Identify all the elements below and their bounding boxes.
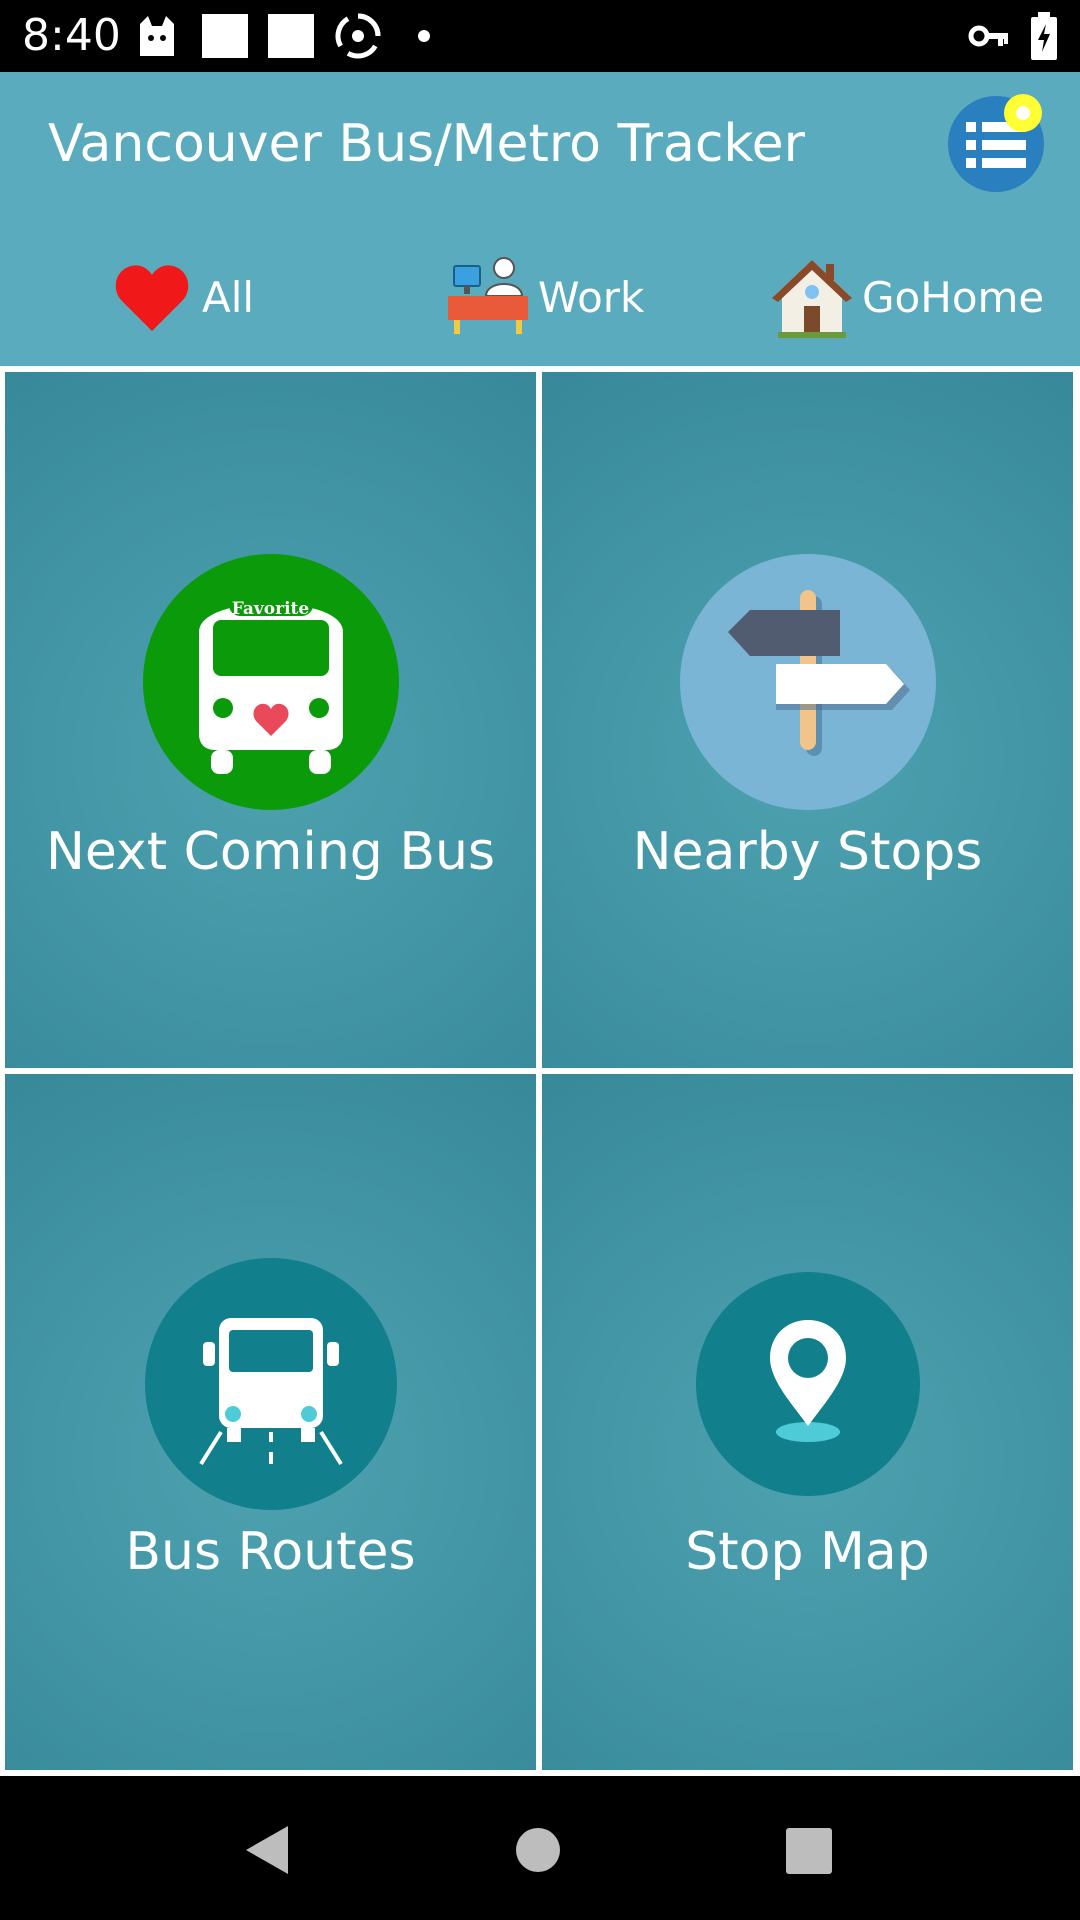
recent-apps-icon[interactable] (786, 1828, 832, 1874)
cat-notification-icon (140, 16, 174, 56)
tile-bus-routes-label: Bus Routes (125, 1522, 416, 1582)
more-notifications-dot-icon (418, 30, 430, 42)
tile-next-coming-bus[interactable]: Favorite Next Coming Bus (5, 372, 536, 1068)
back-icon[interactable] (242, 1824, 290, 1876)
favorite-badge-text: Favorite (231, 599, 310, 619)
filter-all-label: All (202, 273, 255, 322)
filter-work[interactable]: Work (446, 248, 644, 348)
favorite-bus-icon (142, 554, 399, 810)
work-desk-icon (448, 257, 528, 334)
tile-nearby-stops[interactable]: Nearby Stops (542, 372, 1073, 1068)
swirl-notification-icon (335, 13, 381, 59)
notification-dot (1004, 94, 1042, 132)
menu-button[interactable] (948, 94, 1044, 192)
tile-nearby-stops-label: Nearby Stops (632, 822, 983, 882)
system-nav-bar (0, 1776, 1080, 1920)
filter-all[interactable]: All (114, 248, 254, 348)
vpn-key-icon (968, 25, 1008, 47)
filter-gohome[interactable]: GoHome (770, 248, 1044, 348)
tile-bus-routes[interactable]: Bus Routes (5, 1074, 536, 1770)
map-pin-icon (695, 1272, 920, 1496)
home-icon[interactable] (516, 1828, 560, 1872)
battery-charging-icon (1031, 12, 1057, 60)
bus-route-icon (144, 1258, 397, 1510)
notification-square-icon (202, 14, 248, 58)
status-time: 8:40 (22, 10, 121, 61)
main-menu-grid: Favorite Next Coming Bus Nearby Stops Bu… (0, 366, 1080, 1776)
heart-icon (115, 265, 189, 331)
app-bar: Vancouver Bus/Metro Tracker All Work GoH… (0, 72, 1080, 366)
filter-gohome-label: GoHome (862, 273, 1045, 322)
filter-work-label: Work (538, 273, 645, 322)
tile-next-coming-bus-label: Next Coming Bus (45, 822, 496, 882)
signpost-icon (679, 554, 936, 810)
tile-stop-map-label: Stop Map (685, 1522, 930, 1582)
notification-square-icon (268, 14, 314, 58)
house-icon (772, 260, 852, 338)
app-title: Vancouver Bus/Metro Tracker (48, 114, 806, 174)
status-bar: 8:40 (0, 0, 1080, 72)
tile-stop-map[interactable]: Stop Map (542, 1074, 1073, 1770)
